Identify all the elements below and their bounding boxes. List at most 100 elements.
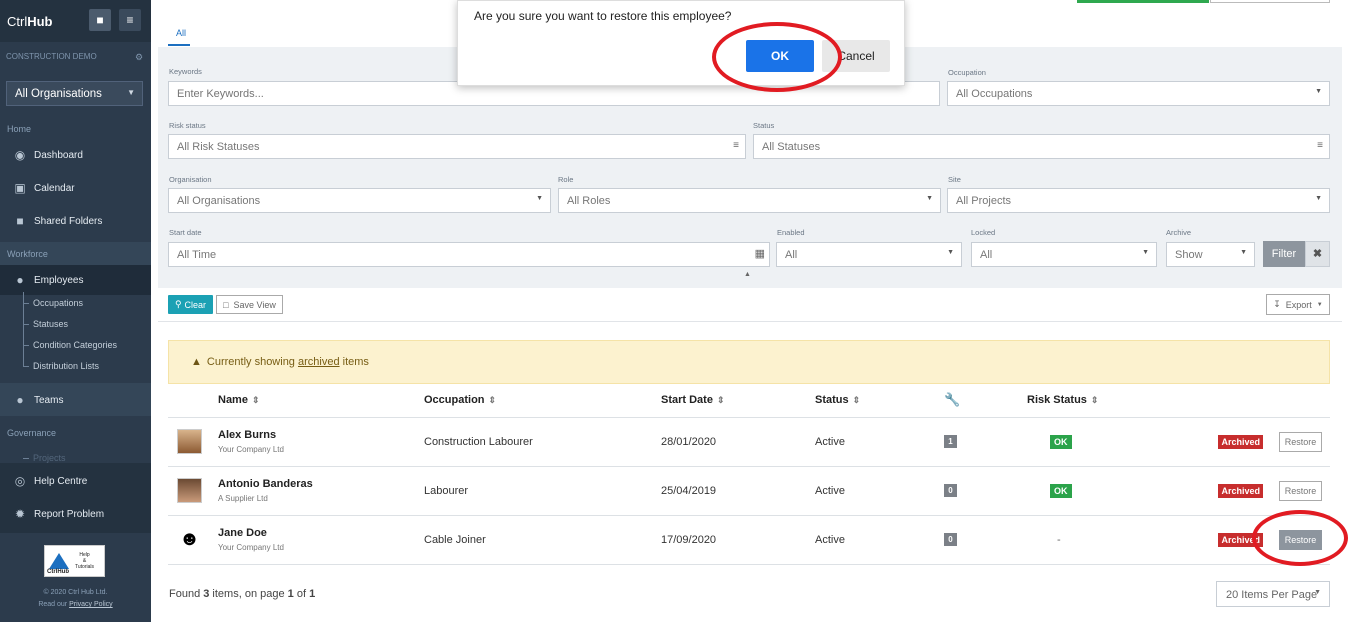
employee-name[interactable]: Antonio Banderas: [218, 478, 424, 490]
employee-status: Active: [815, 417, 944, 467]
avatar-column: [168, 384, 218, 418]
bug-icon: ✹: [14, 507, 26, 521]
clear-button-label: Clear: [184, 299, 207, 310]
user-icon: ●: [16, 273, 24, 287]
organisation-filter-select[interactable]: All Organisations ▼: [168, 188, 551, 213]
nav-teams-label: Teams: [34, 394, 64, 406]
clear-button[interactable]: ⚲ Clear: [168, 295, 213, 314]
archived-link[interactable]: archived: [298, 356, 340, 368]
enabled-select[interactable]: All ▼: [776, 242, 962, 267]
start-date-header-label: Start Date: [661, 394, 713, 407]
archived-badge: Archived: [1218, 483, 1263, 498]
nav-occupations[interactable]: Occupations: [22, 298, 83, 308]
found-prefix: Found: [169, 588, 204, 600]
wrench-icon: 🔧: [944, 392, 961, 408]
nav-statuses[interactable]: Statuses: [22, 319, 68, 329]
employee-name[interactable]: Alex Burns: [218, 429, 424, 441]
actions-column: [1177, 384, 1330, 418]
gear-icon[interactable]: ⚙: [135, 52, 143, 63]
enabled-select-value: All: [785, 249, 798, 261]
add-employee-button[interactable]: [1077, 0, 1209, 3]
nav-dashboard[interactable]: ◉ Dashboard: [0, 140, 151, 170]
brand-ctrl: Ctrl: [7, 13, 28, 29]
items-per-page-value: 20 Items Per Page: [1226, 589, 1318, 601]
status-select[interactable]: All Statuses ≡: [753, 134, 1330, 159]
employee-start-date: 25/04/2019: [661, 466, 815, 516]
status-column-header[interactable]: Status ⇕: [815, 384, 944, 418]
nav-projects[interactable]: Projects: [23, 453, 66, 463]
dashboard-icon: ◉: [14, 148, 26, 162]
sort-icon: ⇕: [488, 395, 497, 406]
occupation-label: Occupation: [948, 68, 986, 77]
restore-button[interactable]: Restore: [1279, 480, 1322, 501]
occupation-column-header[interactable]: Occupation ⇕: [424, 384, 661, 418]
employee-start-date: 28/01/2020: [661, 417, 815, 467]
restore-button[interactable]: Restore: [1279, 431, 1322, 452]
calendar-icon[interactable]: ▦: [755, 247, 765, 260]
brand-hub: Hub: [27, 13, 53, 29]
help-tutorials-logo[interactable]: Help & Tutorials CtrlHub: [44, 545, 105, 577]
start-date-column-header[interactable]: Start Date ⇕: [661, 384, 815, 418]
items-per-page-select[interactable]: 20 Items Per Page ▼: [1216, 581, 1330, 607]
nav-help-centre-label: Help Centre: [34, 475, 88, 487]
save-view-label: Save View: [233, 299, 276, 310]
archive-select[interactable]: Show ▼: [1166, 242, 1255, 267]
help-logo-caption: CtrlHub: [47, 569, 69, 575]
risk-status-badge: OK: [1050, 434, 1072, 449]
found-mid: items, on page: [209, 588, 288, 600]
site-label: Site: [948, 175, 961, 184]
locked-select[interactable]: All ▼: [971, 242, 1157, 267]
nav-shared-folders-label: Shared Folders: [34, 215, 103, 227]
nav-help-centre[interactable]: ◎ Help Centre: [0, 466, 151, 496]
nav-report-problem-label: Report Problem: [34, 508, 105, 520]
risk-status-select[interactable]: All Risk Statuses ≡: [168, 134, 746, 159]
brand-logo[interactable]: CtrlHub: [7, 14, 53, 29]
filter-button[interactable]: Filter: [1263, 241, 1305, 267]
organisation-filter-value: All Organisations: [177, 195, 261, 207]
nav-report-problem[interactable]: ✹ Report Problem: [0, 499, 151, 529]
employee-status: Active: [815, 515, 944, 565]
name-column-header[interactable]: Name ⇕: [218, 384, 424, 418]
org-section-label: CONSTRUCTION DEMO: [6, 52, 97, 61]
sidebar: CtrlHub ■ ≡ CONSTRUCTION DEMO ⚙ All Orga…: [0, 0, 151, 622]
calendar-icon: ▣: [14, 181, 26, 195]
save-view-button[interactable]: □ Save View: [216, 295, 283, 314]
employee-name[interactable]: Jane Doe: [218, 527, 424, 539]
tab-all[interactable]: All: [176, 28, 186, 38]
annotation-circle-ok: [712, 22, 842, 92]
occupation-select[interactable]: All Occupations ▼: [947, 81, 1330, 106]
risk-status-column-header[interactable]: Risk Status ⇕: [1027, 384, 1177, 418]
sort-icon: ⇕: [251, 395, 260, 406]
employee-org: Your Company Ltd: [218, 445, 284, 454]
list-icon: ≡: [733, 140, 739, 151]
nav-shared-folders[interactable]: ■ Shared Folders: [0, 206, 151, 236]
table-row: Antonio Banderas A Supplier Ltd Labourer …: [168, 466, 1330, 516]
organisation-select[interactable]: All Organisations ▼: [6, 81, 143, 106]
employee-occupation: Construction Labourer: [424, 417, 661, 467]
role-select[interactable]: All Roles ▼: [558, 188, 941, 213]
collapse-caret-icon[interactable]: ▲: [744, 271, 751, 278]
keywords-label: Keywords: [169, 67, 202, 76]
privacy-policy-link[interactable]: Privacy Policy: [69, 601, 113, 608]
count-badge: 0: [944, 484, 957, 497]
save-icon: □: [223, 299, 229, 310]
site-select[interactable]: All Projects ▼: [947, 188, 1330, 213]
close-icon[interactable]: ✖: [1305, 241, 1330, 267]
users-icon: ●: [16, 393, 24, 407]
start-date-input[interactable]: All Time ▦: [168, 242, 770, 267]
employee-occupation: Cable Joiner: [424, 515, 661, 565]
status-label: Status: [753, 121, 775, 130]
caret-down-icon: ▼: [1315, 195, 1322, 202]
alert-prefix: Currently showing: [206, 356, 298, 368]
occupation-select-value: All Occupations: [956, 88, 1033, 100]
nav-employees[interactable]: ● Employees: [0, 265, 151, 295]
export-button[interactable]: ↧ Export ▼: [1266, 294, 1330, 315]
nav-condition-categories[interactable]: Condition Categories: [22, 340, 117, 350]
nav-teams[interactable]: ● Teams: [0, 385, 151, 415]
top-outline-button[interactable]: [1210, 0, 1330, 3]
nav-distribution-lists[interactable]: Distribution Lists: [22, 361, 99, 371]
alert-suffix: items: [339, 356, 369, 368]
nav-calendar[interactable]: ▣ Calendar: [0, 173, 151, 203]
menu-icon[interactable]: ≡: [119, 9, 141, 31]
pin-icon[interactable]: ■: [89, 9, 111, 31]
